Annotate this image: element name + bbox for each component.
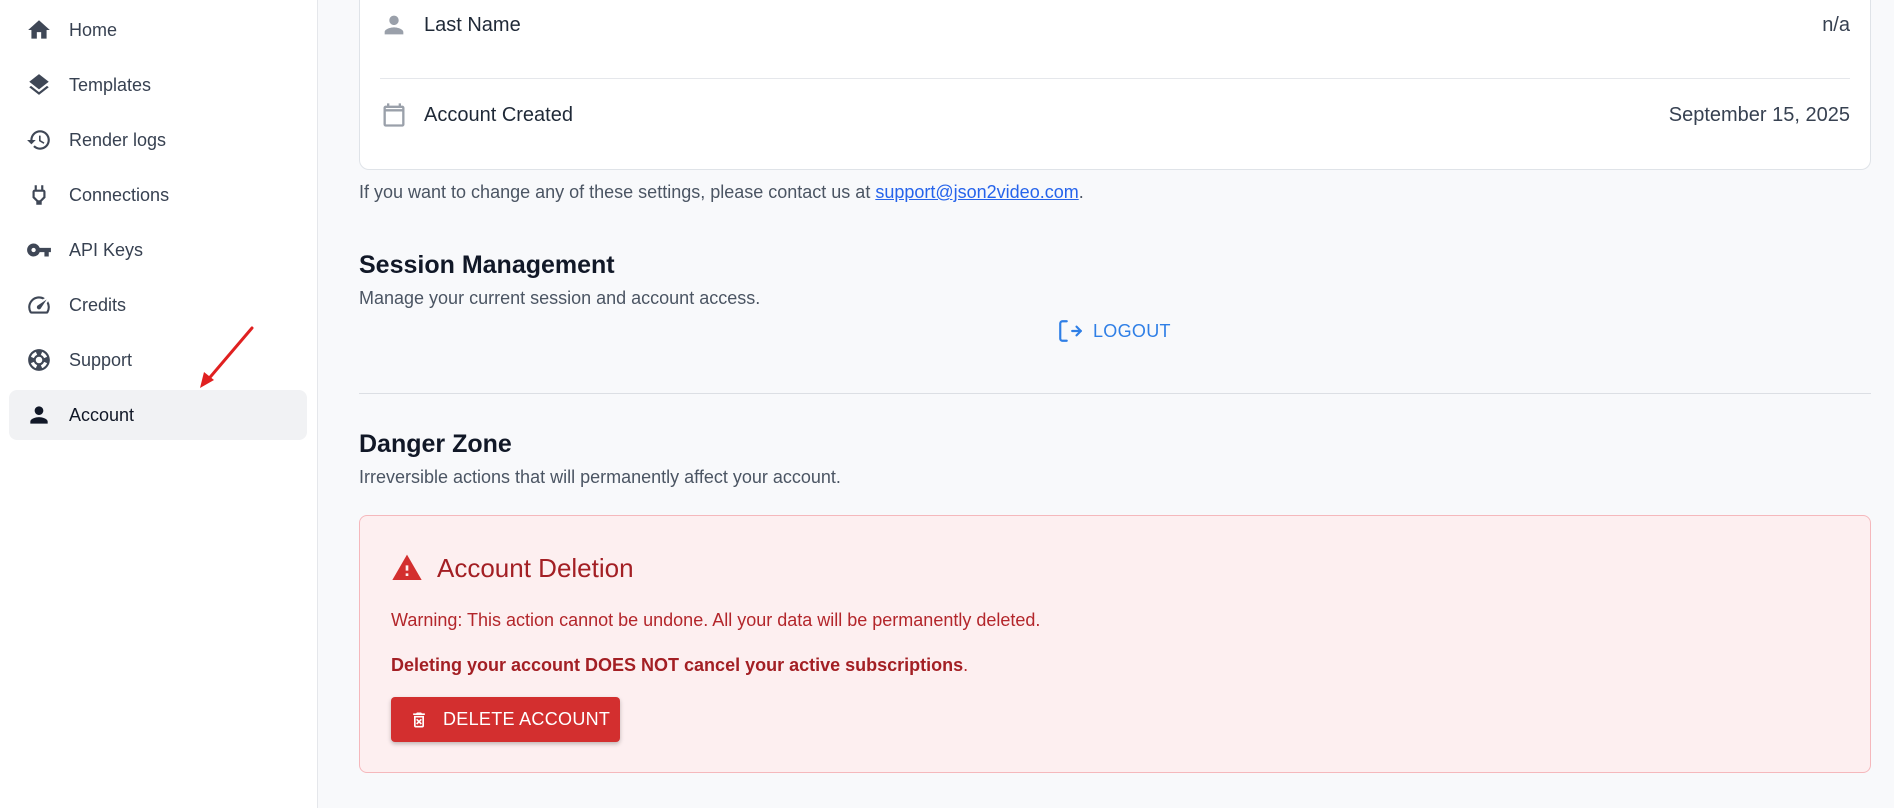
note-suffix: . [1078, 182, 1084, 202]
sidebar-item-label: Templates [69, 74, 152, 95]
sidebar-item-account[interactable]: Account [9, 390, 307, 440]
deletion-warning-text: Warning: This action cannot be undone. A… [391, 610, 1041, 630]
sidebar-item-label: Credits [69, 294, 127, 315]
home-icon [25, 16, 53, 44]
account-created-value: September 15, 2025 [1668, 103, 1850, 126]
sidebar-item-credits[interactable]: Credits [9, 280, 307, 330]
account-created-label: Account Created [424, 103, 573, 126]
delete-account-label: DELETE ACCOUNT [443, 709, 611, 729]
sidebar-item-label: API Keys [69, 239, 144, 260]
sidebar-item-label: Connections [69, 184, 170, 205]
logout-button[interactable]: LOGOUT [1057, 318, 1171, 344]
sidebar-item-support[interactable]: Support [9, 335, 307, 385]
danger-zone-title: Danger Zone [359, 430, 512, 458]
layers-icon [25, 71, 53, 99]
history-icon [25, 126, 53, 154]
main-content: Last Name n/a Account Created September … [319, 0, 1894, 808]
row-divider [380, 78, 1850, 79]
power-plug-icon [25, 181, 53, 209]
last-name-row: Last Name n/a [380, 0, 1850, 60]
person-icon [25, 401, 53, 429]
annotation-arrow [200, 326, 254, 388]
logout-icon [1059, 320, 1082, 342]
account-details-card: Last Name n/a Account Created September … [359, 0, 1871, 170]
lifebuoy-icon [25, 346, 53, 374]
last-name-value: n/a [1822, 13, 1850, 36]
subscription-note-bold: Deleting your account DOES NOT cancel yo… [391, 655, 964, 675]
delete-account-button[interactable]: DELETE ACCOUNT [391, 697, 620, 742]
note-text: If you want to change any of these setti… [359, 182, 876, 202]
sidebar-item-templates[interactable]: Templates [9, 60, 307, 110]
subscription-note: Deleting your account DOES NOT cancel yo… [391, 655, 968, 676]
sidebar-item-label: Account [69, 404, 135, 425]
sidebar-item-label: Render logs [69, 129, 167, 150]
calendar-icon [380, 101, 408, 129]
speedometer-icon [25, 291, 53, 319]
trash-icon [413, 712, 425, 727]
account-deletion-panel: Account Deletion Warning: This action ca… [359, 515, 1871, 773]
session-management-description: Manage your current session and account … [359, 288, 761, 308]
session-management-title: Session Management [359, 251, 615, 279]
settings-contact-note: If you want to change any of these setti… [359, 182, 1084, 203]
section-divider [359, 393, 1871, 394]
sidebar-item-label: Home [69, 19, 118, 40]
person-icon [380, 11, 408, 39]
warning-icon [392, 554, 422, 580]
sidebar-item-home[interactable]: Home [9, 5, 307, 55]
sidebar-item-render-logs[interactable]: Render logs [9, 115, 307, 165]
subscription-note-suffix: . [963, 655, 969, 675]
sidebar-item-connections[interactable]: Connections [9, 170, 307, 220]
logout-label: LOGOUT [1093, 320, 1171, 341]
sidebar-item-api-keys[interactable]: API Keys [9, 225, 307, 275]
danger-zone-description: Irreversible actions that will permanent… [359, 467, 841, 487]
sidebar-item-label: Support [69, 349, 133, 370]
account-deletion-title: Account Deletion [437, 552, 634, 583]
key-icon [25, 236, 53, 264]
account-created-row: Account Created September 15, 2025 [380, 80, 1850, 150]
support-email-link[interactable]: support@json2video.com [875, 182, 1078, 202]
account-deletion-header: Account Deletion [391, 552, 634, 584]
last-name-label: Last Name [424, 13, 521, 36]
sidebar: Home Templates Render logs Connections A… [0, 0, 318, 808]
